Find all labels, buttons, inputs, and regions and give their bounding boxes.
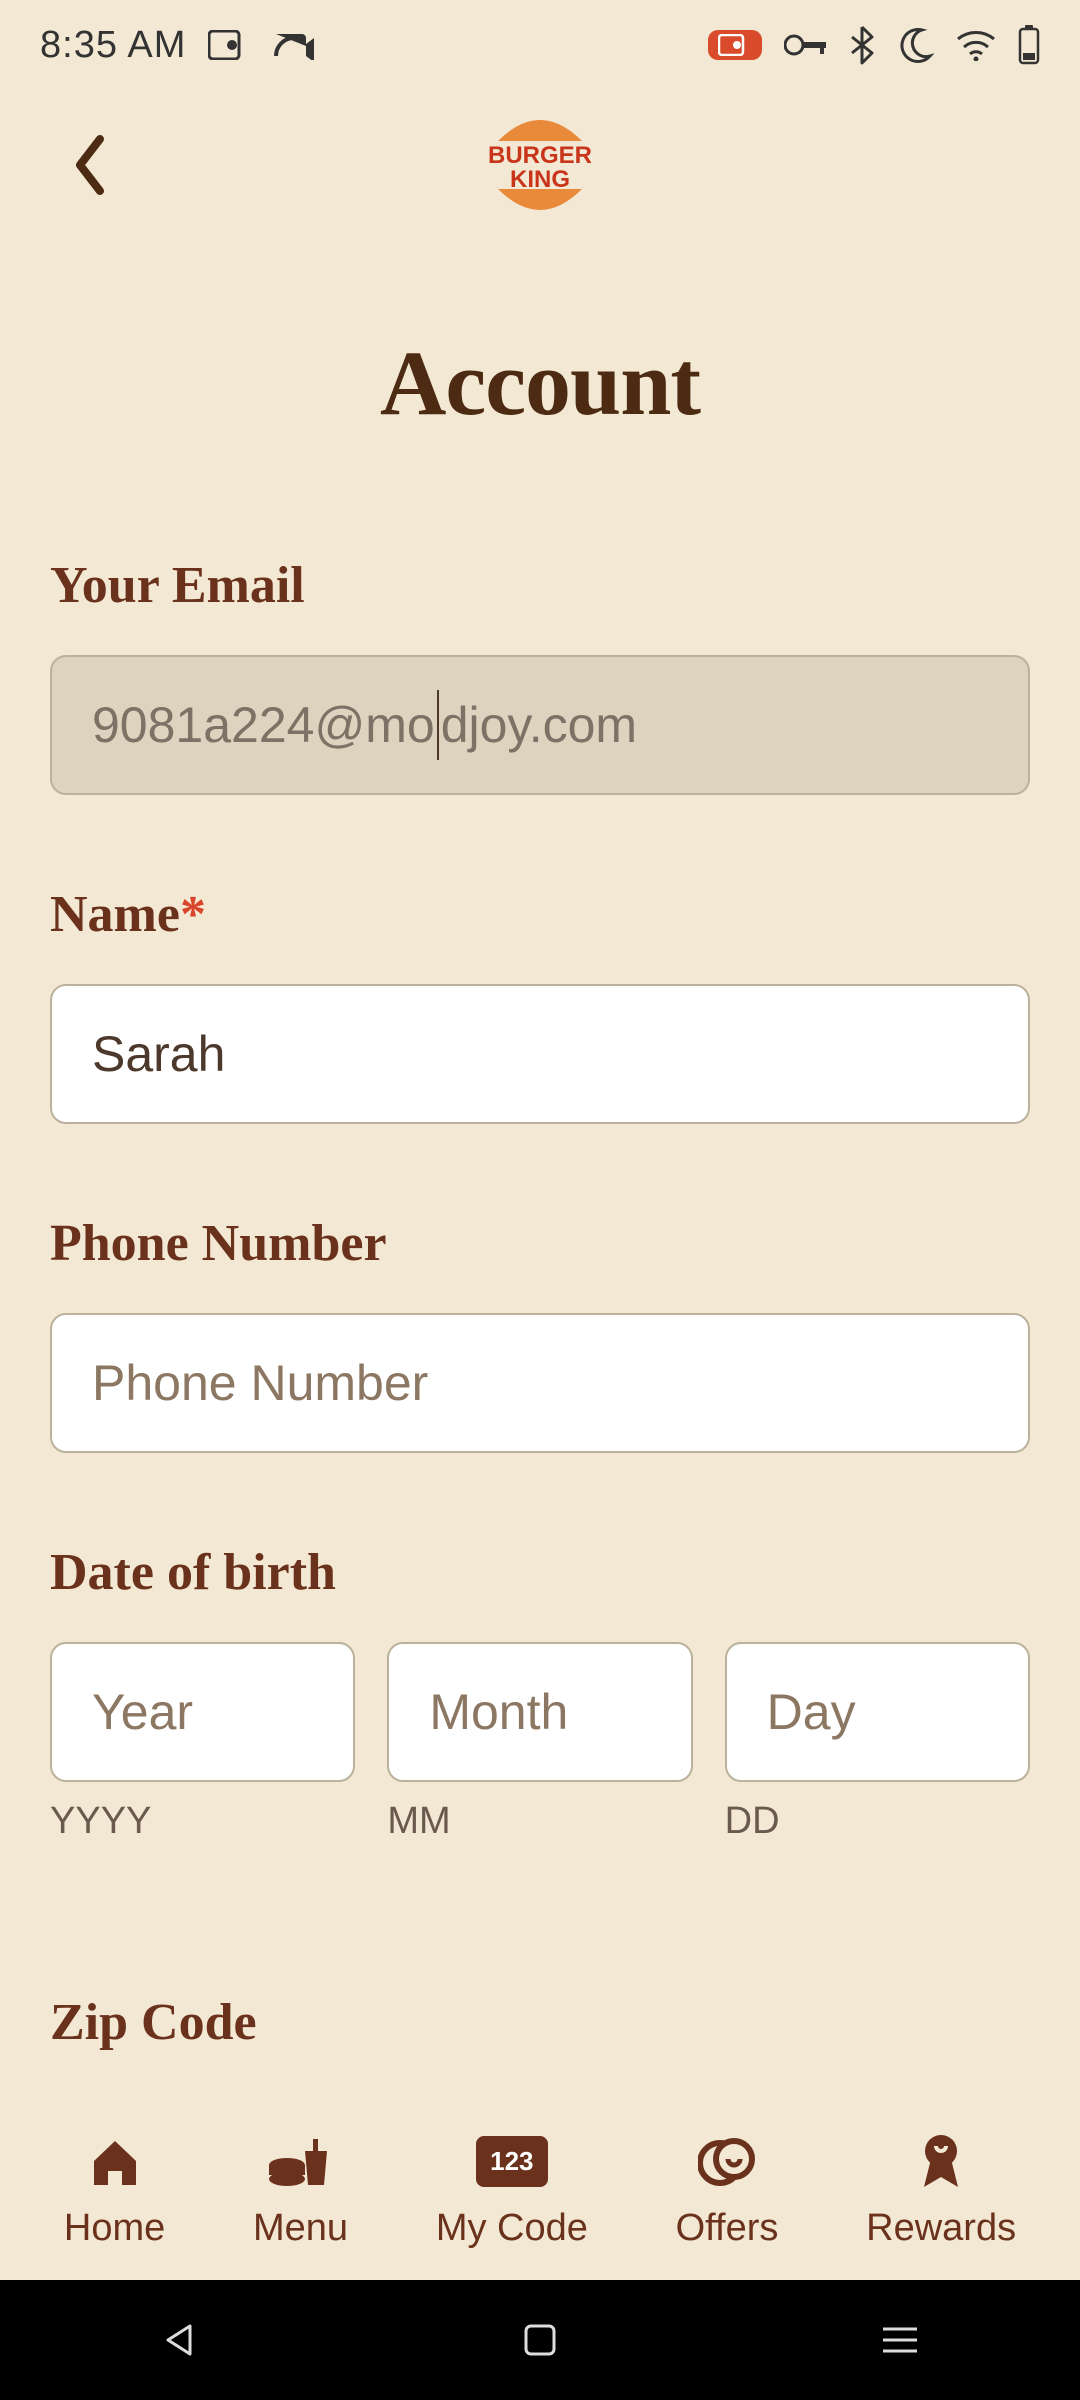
content-area: Account Your Email 9081a224@modjoy.com N… [0, 240, 1080, 2100]
status-left: 8:35 AM [40, 24, 314, 67]
dob-month-placeholder: Month [429, 1683, 568, 1741]
nav-menu[interactable]: Menu [253, 2131, 348, 2250]
screen-record-icon [208, 30, 250, 60]
dnd-moon-icon [896, 26, 934, 64]
rewards-ribbon-icon [916, 2131, 966, 2193]
dob-field-group: Date of birth Year YYYY Month MM Day DD [50, 1543, 1030, 1843]
dob-day-input[interactable]: Day [725, 1642, 1030, 1782]
email-value-pre: 9081a224@mo [92, 696, 435, 754]
dob-year-placeholder: Year [92, 1683, 193, 1741]
dob-year-hint: YYYY [50, 1800, 355, 1843]
dob-label: Date of birth [50, 1543, 1030, 1602]
nav-offers[interactable]: Offers [676, 2131, 779, 2250]
name-label: Name* [50, 885, 1030, 944]
battery-icon [1018, 25, 1040, 65]
sys-home-button[interactable] [505, 2305, 575, 2375]
dob-day-placeholder: Day [767, 1683, 856, 1741]
email-value-post: djoy.com [441, 696, 637, 754]
status-right [708, 25, 1040, 65]
dob-day-hint: DD [725, 1800, 1030, 1843]
svg-text:KING: KING [510, 166, 570, 193]
sys-back-button[interactable] [145, 2305, 215, 2375]
dob-month-hint: MM [387, 1800, 692, 1843]
chevron-left-icon [70, 133, 110, 197]
email-field-group: Your Email 9081a224@modjoy.com [50, 556, 1030, 795]
nav-mycode-label: My Code [436, 2207, 588, 2250]
status-time: 8:35 AM [40, 24, 186, 67]
bottom-nav: Home Menu 123 My Code Offers Rewards [0, 2100, 1080, 2280]
text-caret [437, 690, 439, 760]
dob-month-col: Month MM [387, 1642, 692, 1843]
dob-row: Year YYYY Month MM Day DD [50, 1642, 1030, 1843]
recording-badge-icon [708, 30, 762, 60]
triangle-back-icon [160, 2320, 200, 2360]
nav-home[interactable]: Home [64, 2131, 165, 2250]
dob-year-col: Year YYYY [50, 1642, 355, 1843]
hamburger-recents-icon [881, 2325, 919, 2355]
nav-menu-label: Menu [253, 2207, 348, 2250]
zip-label: Zip Code [50, 1993, 1030, 2052]
dob-day-col: Day DD [725, 1642, 1030, 1843]
zip-field-group: Zip Code [50, 1993, 1030, 2052]
app-header: BURGER KING [0, 90, 1080, 240]
email-label: Your Email [50, 556, 1030, 615]
phone-label: Phone Number [50, 1214, 1030, 1273]
dob-year-input[interactable]: Year [50, 1642, 355, 1782]
nav-mycode[interactable]: 123 My Code [436, 2131, 588, 2250]
system-nav-bar [0, 2280, 1080, 2400]
page-title: Account [50, 330, 1030, 436]
cast-icon [272, 30, 314, 60]
nav-home-label: Home [64, 2207, 165, 2250]
offers-coin-icon [698, 2131, 756, 2193]
code-badge-text: 123 [476, 2136, 547, 2187]
wifi-icon [956, 29, 996, 61]
nav-offers-label: Offers [676, 2207, 779, 2250]
phone-placeholder: Phone Number [92, 1354, 428, 1412]
dob-month-input[interactable]: Month [387, 1642, 692, 1782]
nav-rewards[interactable]: Rewards [866, 2131, 1016, 2250]
back-button[interactable] [50, 125, 130, 205]
code-badge-icon: 123 [476, 2131, 547, 2193]
status-bar: 8:35 AM [0, 0, 1080, 90]
required-asterisk: * [180, 886, 206, 943]
sys-recents-button[interactable] [865, 2305, 935, 2375]
phone-field-group: Phone Number Phone Number [50, 1214, 1030, 1453]
name-input[interactable]: Sarah [50, 984, 1030, 1124]
email-input[interactable]: 9081a224@modjoy.com [50, 655, 1030, 795]
phone-input[interactable]: Phone Number [50, 1313, 1030, 1453]
svg-text:BURGER: BURGER [488, 142, 592, 169]
nav-rewards-label: Rewards [866, 2207, 1016, 2250]
name-value: Sarah [92, 1025, 225, 1083]
vpn-key-icon [784, 33, 828, 57]
name-field-group: Name* Sarah [50, 885, 1030, 1124]
name-label-text: Name [50, 886, 180, 943]
burger-king-logo: BURGER KING [480, 105, 600, 225]
home-icon [88, 2131, 142, 2193]
bluetooth-icon [850, 25, 874, 65]
square-home-icon [523, 2323, 557, 2357]
burger-drink-icon [267, 2131, 335, 2193]
